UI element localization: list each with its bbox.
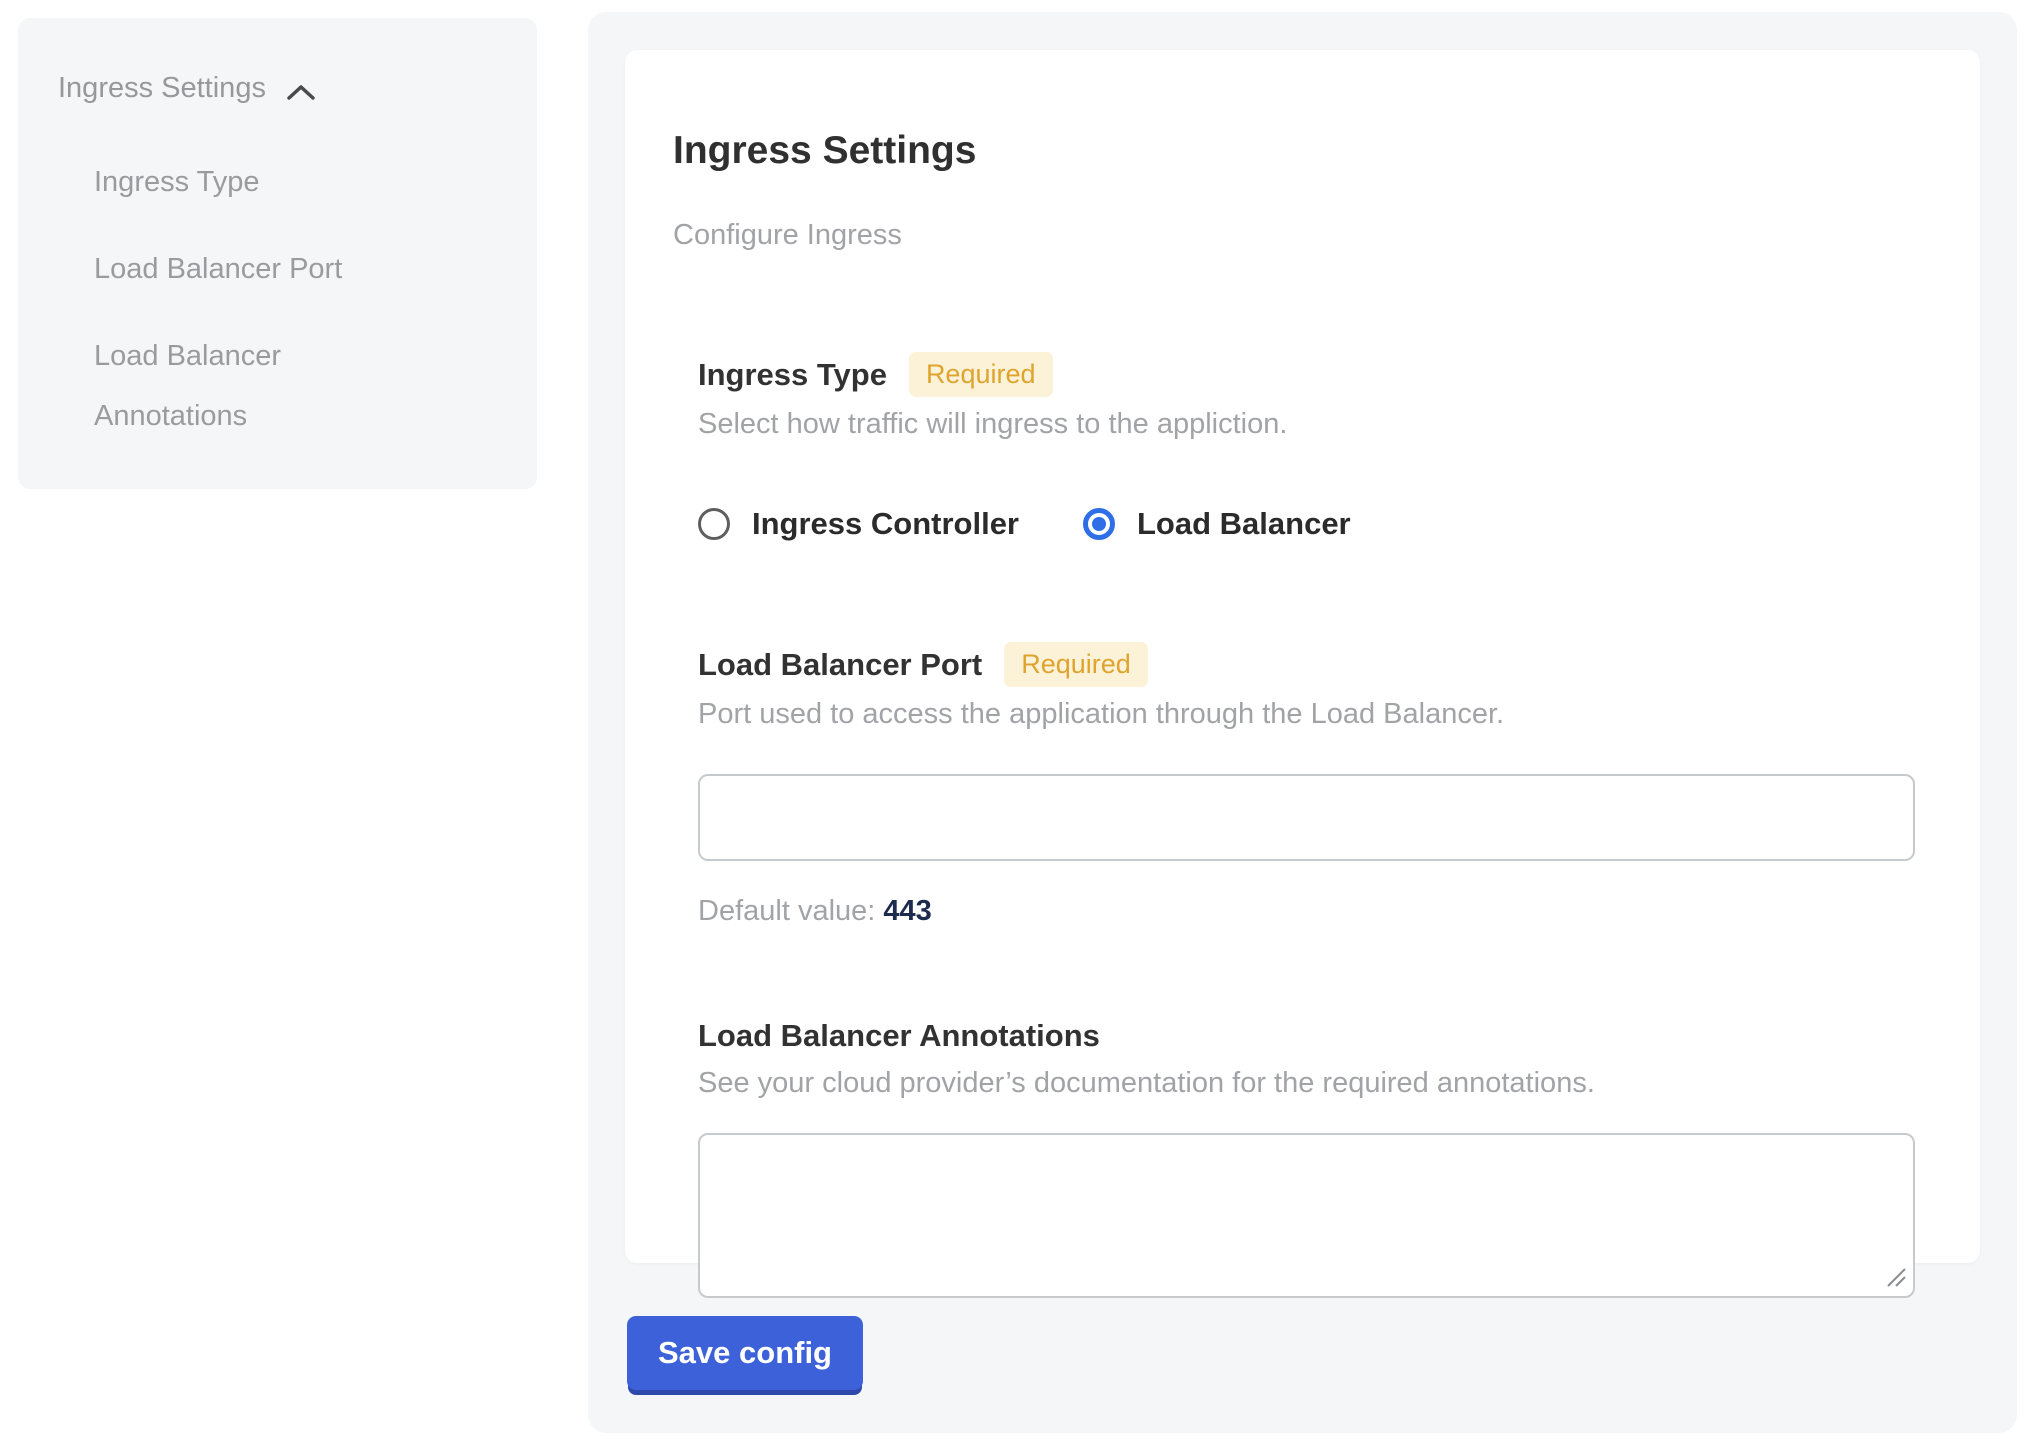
radio-label: Load Balancer	[1137, 506, 1351, 542]
section-load-balancer-annotations: Load Balancer Annotations See your cloud…	[698, 1016, 1920, 1298]
sidebar-item-load-balancer-annotations[interactable]: Load Balancer Annotations	[94, 326, 424, 446]
default-value-line: Default value:443	[698, 895, 1920, 928]
page-subtitle: Configure Ingress	[673, 218, 1920, 252]
config-nav-sidebar: Ingress Settings Ingress Type Load Balan…	[18, 18, 537, 489]
chevron-up-icon	[284, 78, 318, 102]
load-balancer-port-input[interactable]	[698, 774, 1915, 861]
ingress-type-radio-group: Ingress Controller Load Balancer	[698, 506, 1920, 542]
sidebar-item-load-balancer-port[interactable]: Load Balancer Port	[94, 239, 424, 299]
sidebar-group-label: Ingress Settings	[58, 70, 266, 106]
section-load-balancer-port: Load Balancer Port Required Port used to…	[698, 642, 1920, 928]
radio-load-balancer[interactable]: Load Balancer	[1083, 506, 1351, 542]
required-badge: Required	[909, 352, 1053, 397]
default-value-label: Default value:	[698, 895, 875, 927]
section-help-text: Select how traffic will ingress to the a…	[698, 406, 1920, 442]
radio-label: Ingress Controller	[752, 506, 1019, 542]
section-help-text: Port used to access the application thro…	[698, 696, 1920, 732]
section-help-text: See your cloud provider’s documentation …	[698, 1065, 1920, 1101]
default-value: 443	[883, 895, 931, 927]
ingress-settings-card: Ingress Settings Configure Ingress Ingre…	[625, 50, 1980, 1263]
radio-unselected-icon[interactable]	[698, 508, 730, 540]
section-heading: Ingress Type	[698, 355, 887, 395]
required-badge: Required	[1004, 642, 1148, 687]
radio-ingress-controller[interactable]: Ingress Controller	[698, 506, 1019, 542]
load-balancer-annotations-textarea[interactable]	[698, 1133, 1915, 1298]
save-config-button[interactable]: Save config	[627, 1316, 863, 1390]
section-ingress-type: Ingress Type Required Select how traffic…	[698, 352, 1920, 542]
sidebar-item-ingress-settings[interactable]: Ingress Settings	[58, 70, 497, 106]
section-heading: Load Balancer Port	[698, 645, 982, 685]
page-title: Ingress Settings	[673, 128, 1920, 174]
section-heading: Load Balancer Annotations	[698, 1016, 1100, 1056]
config-main-panel: Ingress Settings Configure Ingress Ingre…	[588, 12, 2017, 1433]
radio-selected-icon[interactable]	[1083, 508, 1115, 540]
sidebar-item-ingress-type[interactable]: Ingress Type	[94, 152, 424, 212]
